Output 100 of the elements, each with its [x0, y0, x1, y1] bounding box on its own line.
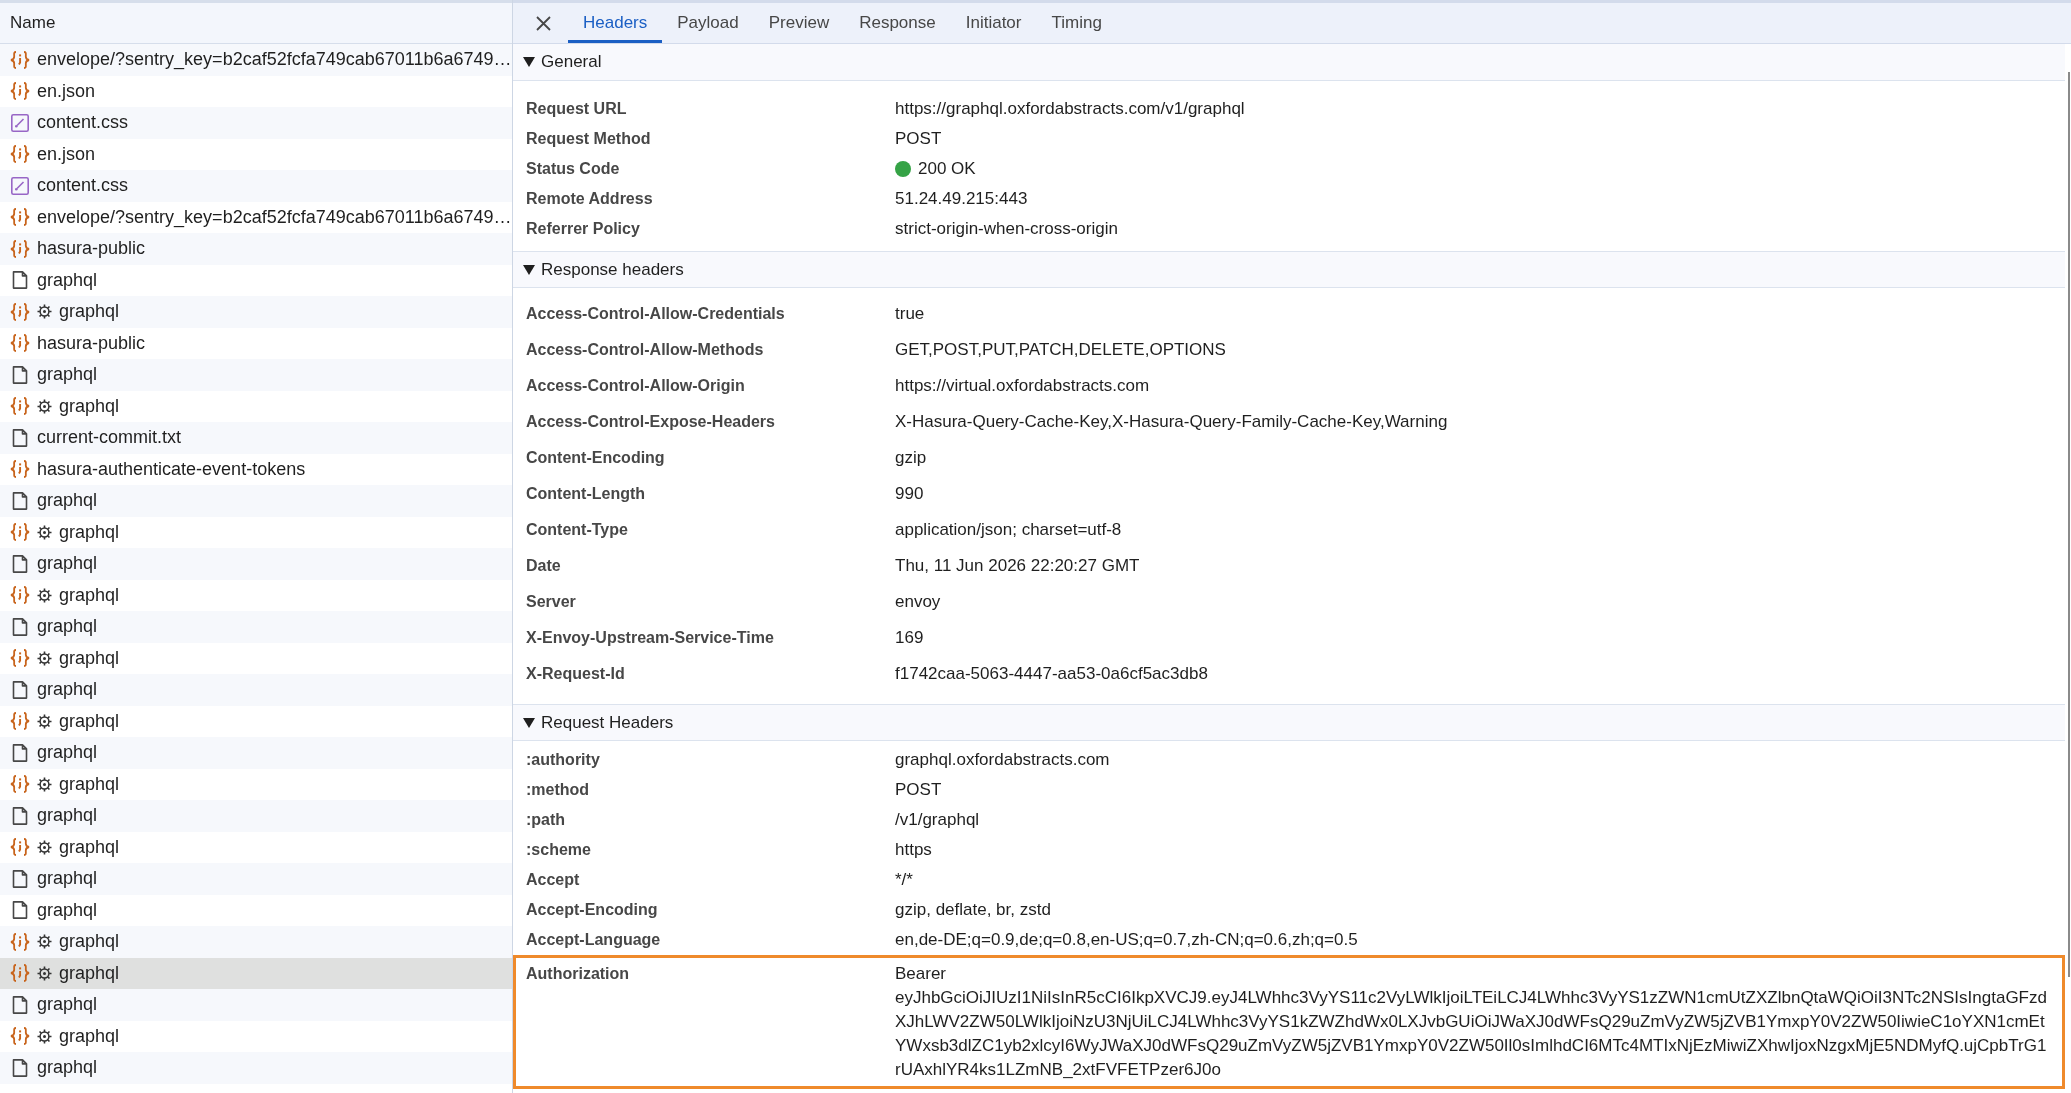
column-header[interactable]: Name: [0, 0, 512, 44]
header-name: Status Code: [526, 159, 621, 179]
header-name: Content-Encoding: [526, 448, 666, 468]
header-name: Access-Control-Allow-Methods: [526, 340, 765, 360]
tab[interactable]: Preview: [753, 3, 845, 43]
braces-icon: [10, 82, 30, 101]
braces-icon: [10, 239, 30, 258]
header-value: envoy: [895, 591, 941, 614]
request-row[interactable]: graphql: [0, 296, 512, 328]
request-row[interactable]: graphql: [0, 611, 512, 643]
request-row[interactable]: graphql: [0, 737, 512, 769]
header-value: 990: [895, 483, 924, 506]
header-name: :authority: [526, 750, 601, 770]
header-value: POST: [895, 128, 942, 151]
header-name: X-Envoy-Upstream-Service-Time: [526, 628, 775, 648]
braces-icon: [10, 302, 30, 321]
braces-icon: [10, 334, 30, 353]
document-icon: [10, 995, 30, 1014]
request-row[interactable]: graphql: [0, 359, 512, 391]
document-icon: [10, 491, 30, 510]
tab[interactable]: Response: [844, 3, 951, 43]
header-value: Bearer eyJhbGciOiJIUzI1NiIsInR5cCI6IkpXVCJ9.eyJ4LWhhc3VyYS11c2VyLWlkIjoiLTEiLCJ4LWhhc3VyYS1zZWN1cmUtZXZlbnQtaWQiOiI3NTc2NSIsIngtaGFzdXJhLWV2ZW50LWlkIjoiNzU3NjUiLCJ4LWhhc3VyYS1kZWZhdWx0LXJvbGUiOiJWaXJ0dWFsQ29uZmVyZW5jZVB1YmxpY0V2ZW50IiwieC1oYXN1cmEtYWxsb3dlZC1yb2xlcyI6WyJWaXJ0dWFsQ29uZmVyZW5jZVB1YmxpY0V2ZW50Il0sImlhdCI6MTc4MTIxNjEzMiwiZXhwIjoxNzgxMjE5NDMyfQ.ujCpbTrG1rUAxhlYR4ks1LZmNB_2xtFVFETPzer6J0o: [895, 963, 2048, 1081]
header-value: 200 OK: [918, 158, 976, 181]
request-row[interactable]: content.css: [0, 170, 512, 202]
section-header[interactable]: Response headers: [513, 251, 2065, 288]
braces-icon: [10, 145, 30, 164]
tab[interactable]: Timing: [1036, 3, 1117, 43]
header-value: POST: [895, 779, 943, 801]
document-icon: [10, 617, 30, 636]
document-icon: [10, 271, 30, 290]
request-row[interactable]: graphql: [0, 548, 512, 580]
triangle-down-icon: [523, 57, 535, 67]
header-value: application/json; charset=utf-8: [895, 519, 1122, 542]
header-value: en,de-DE;q=0.9,de;q=0.8,en-US;q=0.7,zh-CN;q=0.6,zh;q=0.5: [895, 929, 1359, 951]
braces-icon: [10, 523, 30, 542]
header-name: Accept-Language: [526, 930, 662, 950]
document-icon: [10, 680, 30, 699]
header-name: Content-Type: [526, 520, 629, 540]
request-row[interactable]: content.css: [0, 107, 512, 139]
header-name: Authorization: [526, 964, 631, 984]
section-header[interactable]: General: [513, 44, 2065, 81]
scrollbar-thumb[interactable]: [2068, 72, 2070, 977]
close-icon: [535, 15, 551, 31]
request-row[interactable]: graphql: [0, 485, 512, 517]
header-value: X-Hasura-Query-Cache-Key,X-Hasura-Query-Family-Cache-Key,Warning: [895, 411, 1448, 434]
header-value: https: [895, 839, 933, 861]
braces-icon: [10, 586, 30, 605]
tab[interactable]: Payload: [662, 3, 754, 43]
braces-icon: [10, 1027, 30, 1046]
header-name: X-Request-Id: [526, 664, 626, 684]
header-name: :method: [526, 780, 591, 800]
triangle-down-icon: [523, 264, 535, 275]
header-name: Access-Control-Expose-Headers: [526, 412, 776, 432]
header-value: 51.24.49.215:443: [895, 188, 1028, 211]
request-row[interactable]: hasura-public: [0, 233, 512, 265]
request-row[interactable]: graphql: [0, 674, 512, 706]
header-value: https://virtual.oxfordabstracts.com: [895, 375, 1150, 398]
braces-icon: [10, 460, 30, 479]
section-header[interactable]: Request Headers: [513, 704, 2065, 741]
document-icon: [10, 365, 30, 384]
request-row[interactable]: graphql: [0, 957, 512, 989]
request-row[interactable]: envelope/?sentry_key=b2caf52fcfa749cab67011b6a6749…: [0, 44, 512, 76]
request-row[interactable]: graphql: [0, 1052, 512, 1084]
header-name: Content-Length: [526, 484, 647, 504]
header-value: true: [895, 303, 925, 326]
header-name: Accept-Encoding: [526, 900, 659, 920]
status-dot-icon: [895, 161, 911, 177]
braces-icon: [10, 838, 30, 857]
header-value: graphql.oxfordabstracts.com: [895, 749, 1111, 771]
header-value: f1742caa-5063-4447-aa53-0a6cf5ac3db8: [895, 663, 1208, 686]
request-row[interactable]: graphql: [0, 926, 512, 958]
header-value: */*: [895, 869, 914, 891]
request-row[interactable]: graphql: [0, 800, 512, 832]
header-name: Referrer Policy: [526, 219, 641, 239]
header-name: :path: [526, 810, 567, 830]
header-value: gzip, deflate, br, zstd: [895, 899, 1052, 921]
document-icon: [10, 1058, 30, 1077]
request-row[interactable]: graphql: [0, 989, 512, 1021]
header-name: Remote Address: [526, 189, 654, 209]
braces-icon: [10, 649, 30, 668]
document-icon: [10, 806, 30, 825]
header-value: GET,POST,PUT,PATCH,DELETE,OPTIONS: [895, 339, 1226, 362]
braces-icon: [10, 964, 30, 983]
header-name: Server: [526, 592, 577, 612]
request-row[interactable]: current-commit.txt: [0, 422, 512, 454]
triangle-down-icon: [523, 717, 535, 728]
square-pen-icon: [10, 176, 30, 195]
document-icon: [10, 869, 30, 888]
tab[interactable]: Initiator: [950, 3, 1037, 43]
header-value: Thu, 11 Jun 2026 22:20:27 GMT: [895, 555, 1140, 578]
header-value: strict-origin-when-cross-origin: [895, 218, 1118, 241]
braces-icon: [10, 50, 30, 69]
header-name: Accept: [526, 870, 581, 890]
header-name: Date: [526, 556, 562, 576]
document-icon: [10, 901, 30, 920]
braces-icon: [10, 397, 30, 416]
braces-icon: [10, 775, 30, 794]
request-row[interactable]: graphql: [0, 863, 512, 895]
document-icon: [10, 743, 30, 762]
header-name: :scheme: [526, 840, 592, 860]
